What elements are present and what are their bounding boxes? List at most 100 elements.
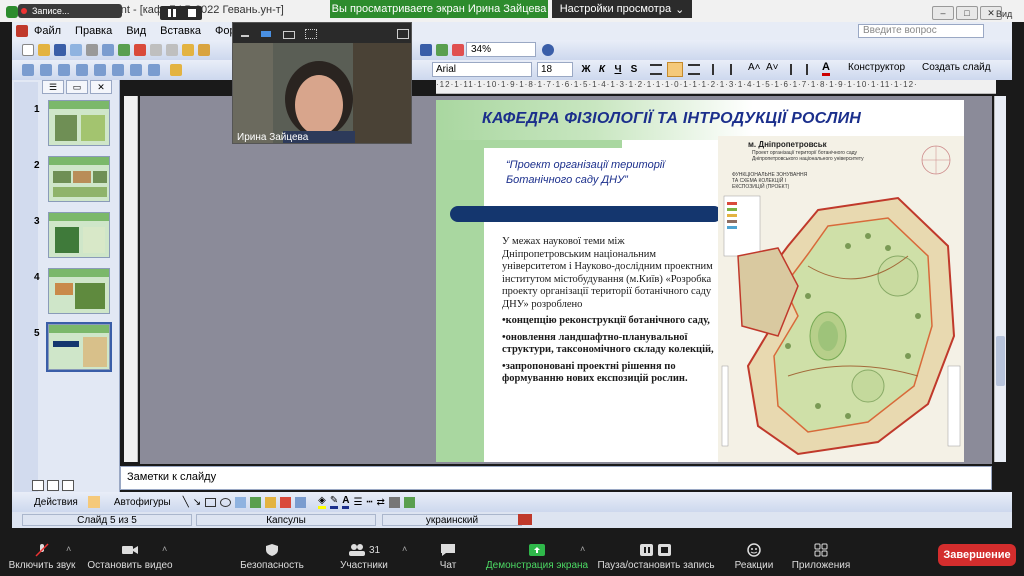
actions-menu[interactable]: Действия (34, 497, 78, 508)
minimize-button[interactable]: – (932, 6, 954, 20)
pause-icon[interactable] (168, 9, 171, 17)
dash-style-icon[interactable]: ┅ (366, 497, 372, 508)
participant-video[interactable]: Ирина Зайцева (232, 22, 412, 144)
bold-button[interactable]: Ж (578, 62, 594, 77)
format-painter-icon[interactable] (198, 44, 210, 56)
align-center-icon[interactable] (667, 62, 683, 77)
powerpoint-app-icon[interactable] (16, 25, 28, 37)
view-label[interactable]: Вид (996, 9, 1012, 19)
align-left-icon[interactable] (650, 64, 662, 75)
maximize-button[interactable]: □ (956, 6, 978, 20)
slide-thumbnail-3[interactable] (48, 212, 110, 258)
slide-thumbnail-5[interactable] (46, 322, 112, 372)
share-screen-button[interactable]: Демонстрация экрана (482, 538, 592, 576)
align-icon[interactable] (112, 64, 124, 76)
recording-indicator[interactable]: Записе... (18, 4, 122, 18)
menu-edit[interactable]: Правка (75, 25, 112, 37)
menu-view[interactable]: Вид (126, 25, 146, 37)
diagram-icon[interactable] (265, 496, 277, 508)
new-icon[interactable] (22, 44, 34, 56)
picture-icon[interactable] (295, 496, 307, 508)
expand-video-icon[interactable] (397, 29, 409, 39)
increase-indent-icon[interactable] (806, 64, 818, 75)
slide-thumbnail-2[interactable] (48, 156, 110, 202)
help-icon[interactable] (542, 44, 554, 56)
project-title[interactable]: “Проект організації території Ботанічног… (506, 158, 706, 188)
reactions-button[interactable]: Реакции (726, 538, 782, 576)
fill-color-icon[interactable]: ◈ (318, 495, 326, 509)
tab-outline[interactable]: ☰ (42, 80, 64, 94)
speaker-view-icon[interactable] (261, 31, 271, 37)
clipart-icon[interactable] (280, 496, 292, 508)
participants-button[interactable]: 31 Участники (326, 538, 402, 576)
underline-button[interactable]: Ч (610, 62, 626, 77)
autoshapes-menu[interactable]: Автофигуры (114, 497, 171, 508)
notes-field[interactable]: Заметки к слайду (120, 466, 992, 490)
font-name-select[interactable]: Arial (432, 62, 532, 77)
slide-thumbnail-4[interactable] (48, 268, 110, 314)
participants-chevron-icon[interactable]: ˄ (402, 544, 407, 554)
apps-button[interactable]: Приложения (788, 538, 854, 576)
designer-button[interactable]: Конструктор (848, 62, 905, 73)
decrease-font-icon[interactable]: A˅ (766, 62, 779, 73)
stop-icon[interactable] (188, 9, 196, 17)
print-icon[interactable] (86, 44, 98, 56)
shadow-button[interactable]: S (626, 62, 642, 77)
tab-slides[interactable]: ▭ (66, 80, 88, 94)
gallery-view-icon[interactable] (283, 31, 295, 39)
close-panel-icon[interactable]: ✕ (90, 80, 112, 94)
order-icon[interactable] (94, 64, 106, 76)
textbox-icon[interactable] (235, 496, 247, 508)
regroup-icon[interactable] (76, 64, 88, 76)
current-slide[interactable]: КАФЕДРА ФІЗІОЛОГІЇ ТА ІНТРОДУКЦІЇ РОСЛИН… (436, 100, 964, 462)
security-button[interactable]: Безопасность (234, 538, 310, 576)
rectangle-icon[interactable] (205, 497, 217, 507)
chart-icon[interactable] (452, 44, 464, 56)
slide-sorter-icon[interactable] (47, 480, 59, 491)
recording-controls[interactable] (160, 6, 202, 20)
font-color-icon[interactable]: A (822, 62, 830, 76)
view-settings-button[interactable]: Настройки просмотра ⌄ (552, 0, 692, 18)
shadow-style-icon[interactable] (388, 496, 400, 508)
new-slide-button[interactable]: Создать слайд (922, 62, 991, 73)
cursor-icon[interactable] (87, 496, 100, 508)
slide-body-text[interactable]: У межах наукової теми між Дніпропетровсь… (502, 236, 716, 386)
minimize-video-icon[interactable] (241, 35, 249, 37)
scrollbar-thumb[interactable] (996, 336, 1005, 386)
share-chevron-icon[interactable]: ˄ (580, 544, 585, 554)
slide-thumbnail-1[interactable] (48, 100, 110, 146)
ungroup-icon[interactable] (58, 64, 70, 76)
end-meeting-button[interactable]: Завершение (938, 544, 1016, 566)
permission-icon[interactable] (70, 44, 82, 56)
pause-recording-button[interactable]: Пауза/остановить запись (596, 538, 716, 576)
research-icon[interactable] (134, 44, 146, 56)
help-search-input[interactable]: Введите вопрос (858, 24, 984, 38)
arrow-style-icon[interactable]: ⇄ (376, 497, 384, 508)
cut-icon[interactable] (150, 44, 162, 56)
paste-icon[interactable] (182, 44, 194, 56)
flip-icon[interactable] (148, 64, 160, 76)
select-objects-icon[interactable] (22, 64, 34, 76)
line-style-icon[interactable]: ☰ (353, 497, 362, 508)
bullets-icon[interactable] (730, 64, 742, 75)
align-right-icon[interactable] (688, 64, 700, 75)
line-color-icon[interactable]: ✎ (329, 495, 339, 509)
grid-view-icon[interactable] (305, 29, 317, 39)
video-options-chevron-icon[interactable]: ˄ (162, 544, 167, 554)
zoom-select[interactable]: 34% (466, 42, 536, 57)
slide-title[interactable]: КАФЕДРА ФІЗІОЛОГІЇ ТА ІНТРОДУКЦІЇ РОСЛИН (482, 110, 861, 128)
font-size-select[interactable]: 18 (537, 62, 573, 77)
group-icon[interactable] (40, 64, 52, 76)
chat-button[interactable]: Чат (420, 538, 476, 576)
shield-icon[interactable] (6, 6, 18, 18)
garden-plan-map[interactable]: м. Дніпропетровськ Проект організації те… (718, 136, 964, 462)
open-icon[interactable] (38, 44, 50, 56)
line-icon[interactable]: ╲ (183, 497, 189, 508)
slideshow-icon[interactable] (62, 480, 74, 491)
preview-icon[interactable] (102, 44, 114, 56)
normal-view-icon[interactable] (32, 480, 44, 491)
copy-icon[interactable] (166, 44, 178, 56)
table-icon[interactable] (420, 44, 432, 56)
numbering-icon[interactable] (712, 64, 724, 75)
audio-options-chevron-icon[interactable]: ˄ (66, 544, 71, 554)
